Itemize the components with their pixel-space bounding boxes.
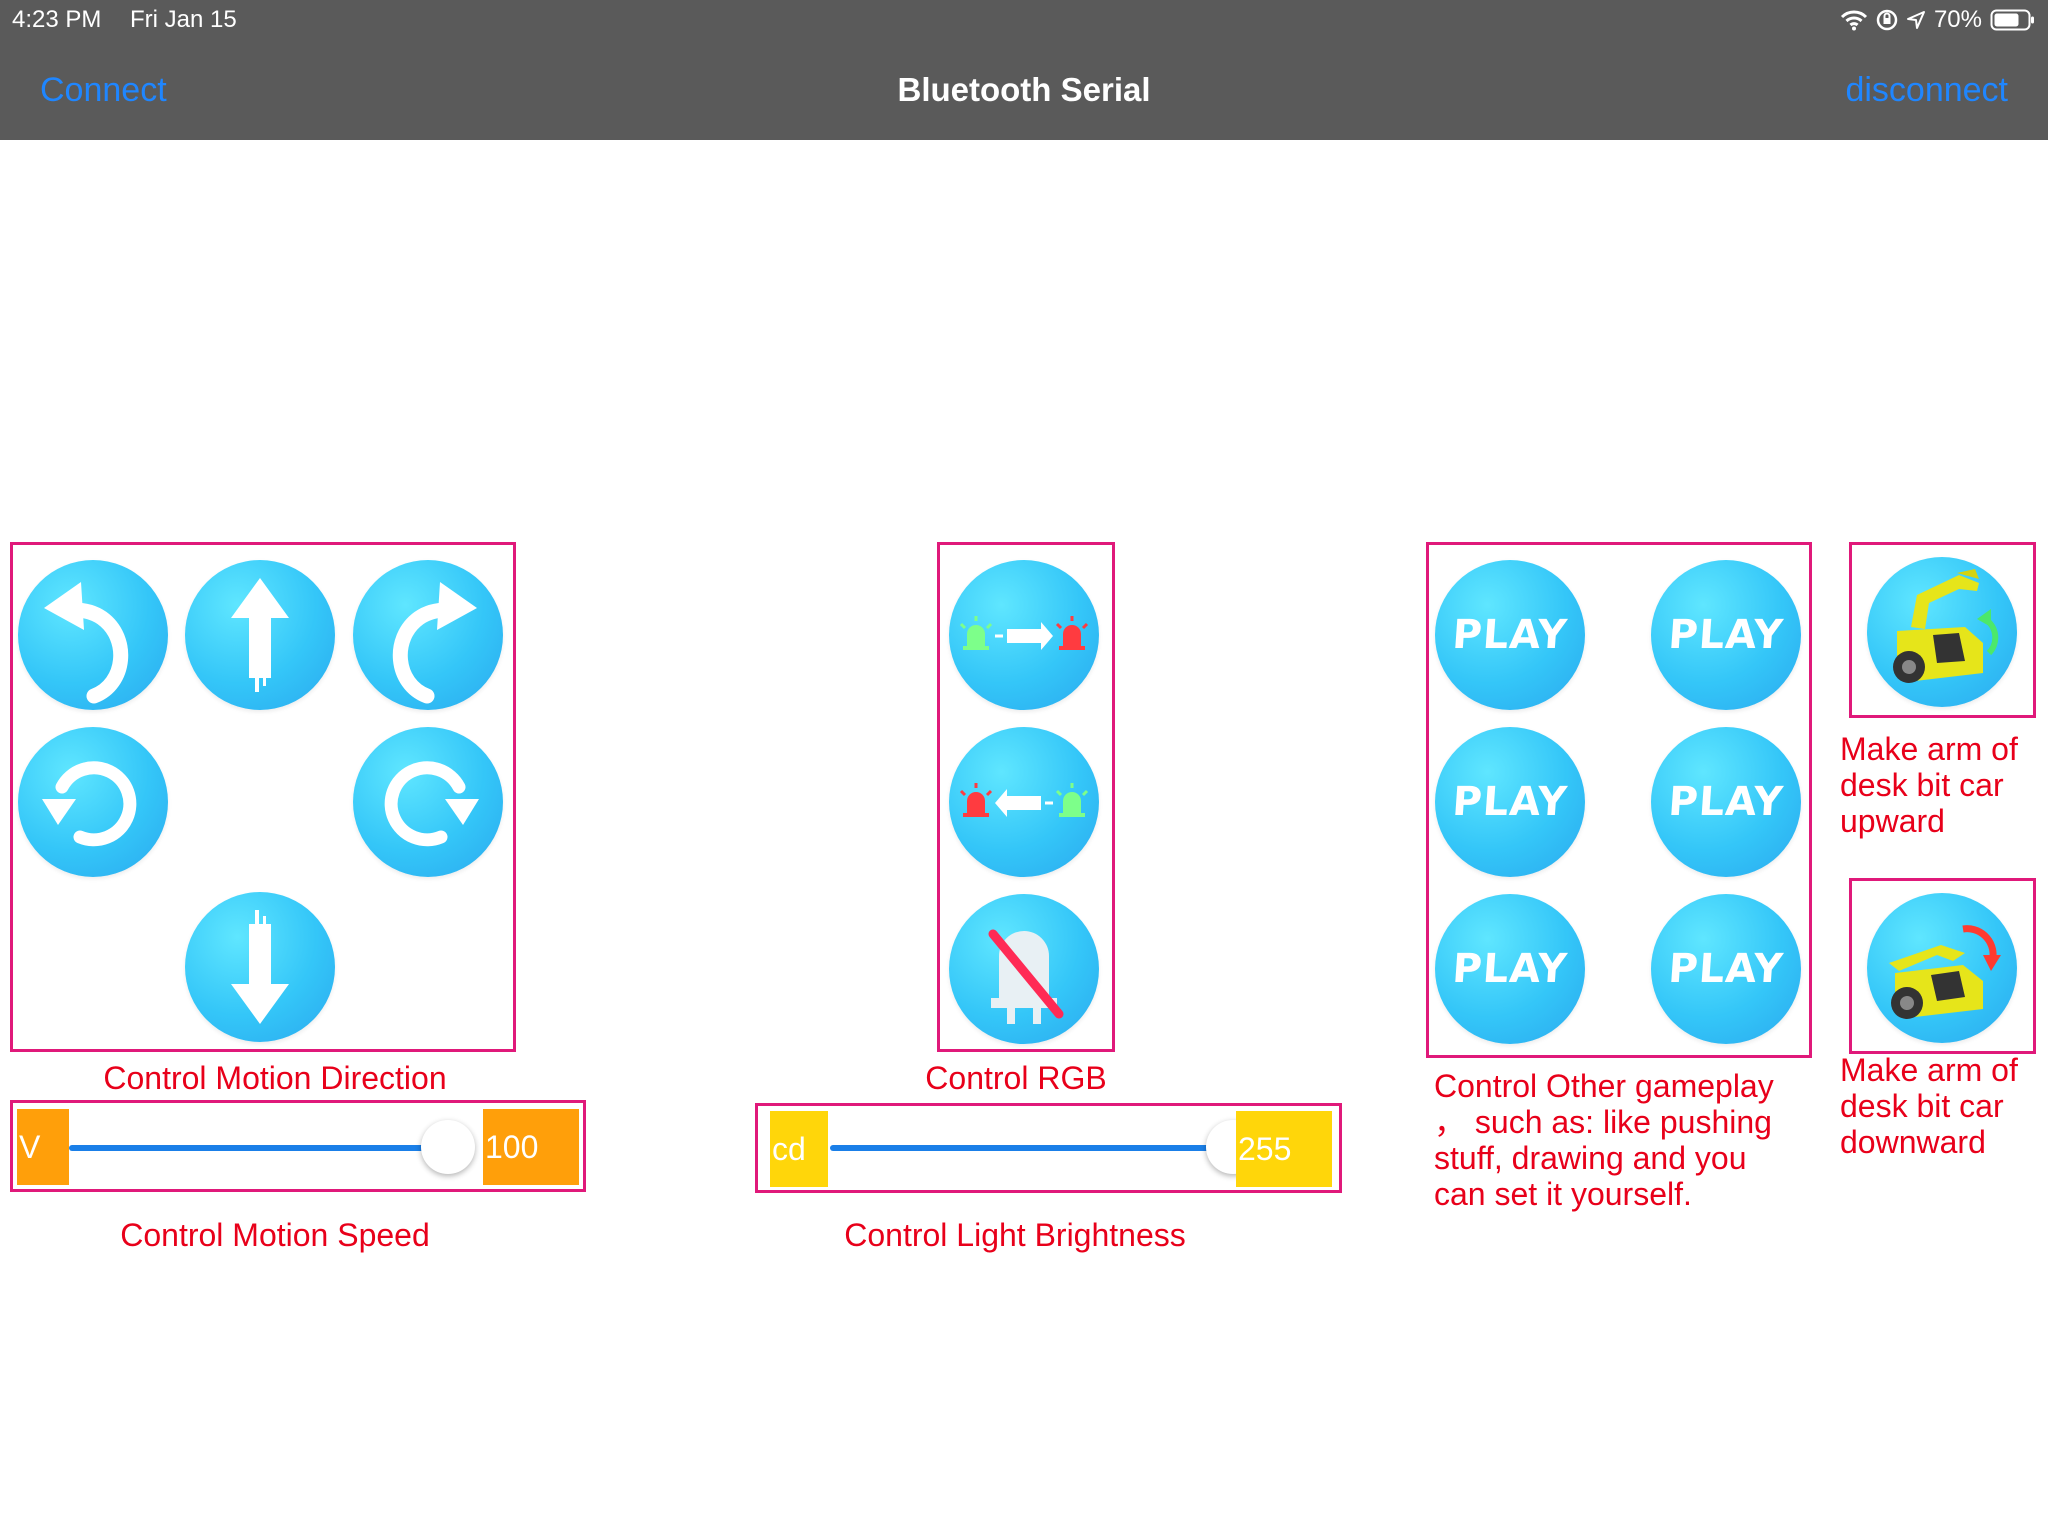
status-icons: 70% <box>1840 0 2036 40</box>
speed-slider[interactable]: V 100 <box>10 1100 586 1192</box>
robot-car-arm-up-icon <box>1893 569 1999 683</box>
speed-slider-track[interactable] <box>69 1145 465 1151</box>
status-bar: 4:23 PM Fri Jan 15 70% <box>0 0 2048 40</box>
gameplay-caption-line: Control Other gameplay <box>1434 1068 1774 1104</box>
speed-slider-thumb[interactable] <box>421 1120 475 1174</box>
disconnect-button[interactable]: disconnect <box>1845 40 2008 140</box>
play-5-button[interactable]: PLAY 5 <box>1435 894 1585 1142</box>
arm-down-panel <box>1849 878 2036 1054</box>
play-6-button[interactable]: PLAY 6 <box>1651 894 1801 1142</box>
brightness-unit-label: cd <box>770 1111 828 1187</box>
rgb-off-icon <box>988 929 1064 1024</box>
arm-down-button[interactable] <box>1867 893 2017 1043</box>
arm-up-button[interactable] <box>1867 557 2017 707</box>
rgb-caption: Control RGB <box>925 1060 1107 1096</box>
gameplay-panel: PLAY 1 PLAY 2 PLAY 3 PLAY 4 PLAY 5 PLAY … <box>1426 542 1812 1142</box>
turn-left-icon <box>44 582 129 704</box>
play-1-button[interactable]: PLAY 1 <box>1435 560 1585 808</box>
arm-up-caption-line: desk bit car <box>1840 767 2004 803</box>
robot-car-arm-down-icon <box>1889 925 2001 1019</box>
brightness-slider[interactable]: cd 255 <box>755 1103 1342 1193</box>
location-icon <box>1906 11 1925 29</box>
arm-down-caption-line: downward <box>1840 1124 1986 1160</box>
rgb-off-button[interactable] <box>949 894 1099 1044</box>
speed-caption: Control Motion Speed <box>120 1217 430 1253</box>
play-4-button[interactable]: PLAY 4 <box>1651 727 1801 975</box>
turn-right-button[interactable] <box>353 560 503 710</box>
arm-up-panel <box>1849 542 2036 718</box>
gameplay-caption: Control Other gameplay ， such as: like p… <box>1434 1068 1834 1212</box>
nav-bar: Connect Bluetooth Serial disconnect <box>0 40 2048 140</box>
rgb-previous-button[interactable] <box>949 727 1099 877</box>
status-date: Fri Jan 15 <box>130 6 237 33</box>
gameplay-caption-line: can set it yourself. <box>1434 1176 1692 1212</box>
battery-percent: 70% <box>1933 6 1982 33</box>
arm-up-caption: Make arm of desk bit car upward <box>1840 731 2045 839</box>
rotate-right-icon <box>384 761 479 847</box>
backward-icon <box>231 910 289 1024</box>
rgb-panel <box>937 542 1115 1052</box>
forward-button[interactable] <box>185 560 335 710</box>
rotate-left-icon <box>42 761 137 847</box>
speed-value: 100 <box>483 1109 579 1185</box>
turn-right-icon <box>392 582 477 704</box>
rgb-next-icon <box>959 616 1089 650</box>
rotate-right-button[interactable] <box>353 727 503 877</box>
rgb-previous-icon <box>959 783 1089 817</box>
arm-down-caption: Make arm of desk bit car downward <box>1840 1052 2045 1160</box>
arm-down-caption-line: desk bit car <box>1840 1088 2004 1124</box>
gameplay-caption-line: stuff, drawing and you <box>1434 1140 1747 1176</box>
arm-up-caption-line: upward <box>1840 803 1945 839</box>
orientation-lock-icon <box>1876 9 1898 31</box>
forward-icon <box>231 578 289 692</box>
wifi-icon <box>1840 10 1868 31</box>
gameplay-caption-line: ， such as: like pushing <box>1434 1104 1772 1140</box>
direction-caption: Control Motion Direction <box>103 1060 447 1096</box>
turn-left-button[interactable] <box>18 560 168 710</box>
battery-icon <box>1990 9 2034 31</box>
arm-up-caption-line: Make arm of <box>1840 731 2018 767</box>
backward-button[interactable] <box>185 892 335 1042</box>
play-3-button[interactable]: PLAY 3 <box>1435 727 1585 975</box>
brightness-slider-track[interactable] <box>830 1145 1250 1151</box>
brightness-value: 255 <box>1236 1111 1332 1187</box>
rgb-next-button[interactable] <box>949 560 1099 710</box>
arm-down-caption-line: Make arm of <box>1840 1052 2018 1088</box>
page-title: Bluetooth Serial <box>897 71 1151 108</box>
rotate-left-button[interactable] <box>18 727 168 877</box>
status-time: 4:23 PM <box>12 6 102 33</box>
brightness-caption: Control Light Brightness <box>844 1217 1186 1253</box>
play-2-button[interactable]: PLAY 2 <box>1651 560 1801 808</box>
speed-unit-label: V <box>17 1109 69 1185</box>
direction-panel <box>10 542 516 1052</box>
